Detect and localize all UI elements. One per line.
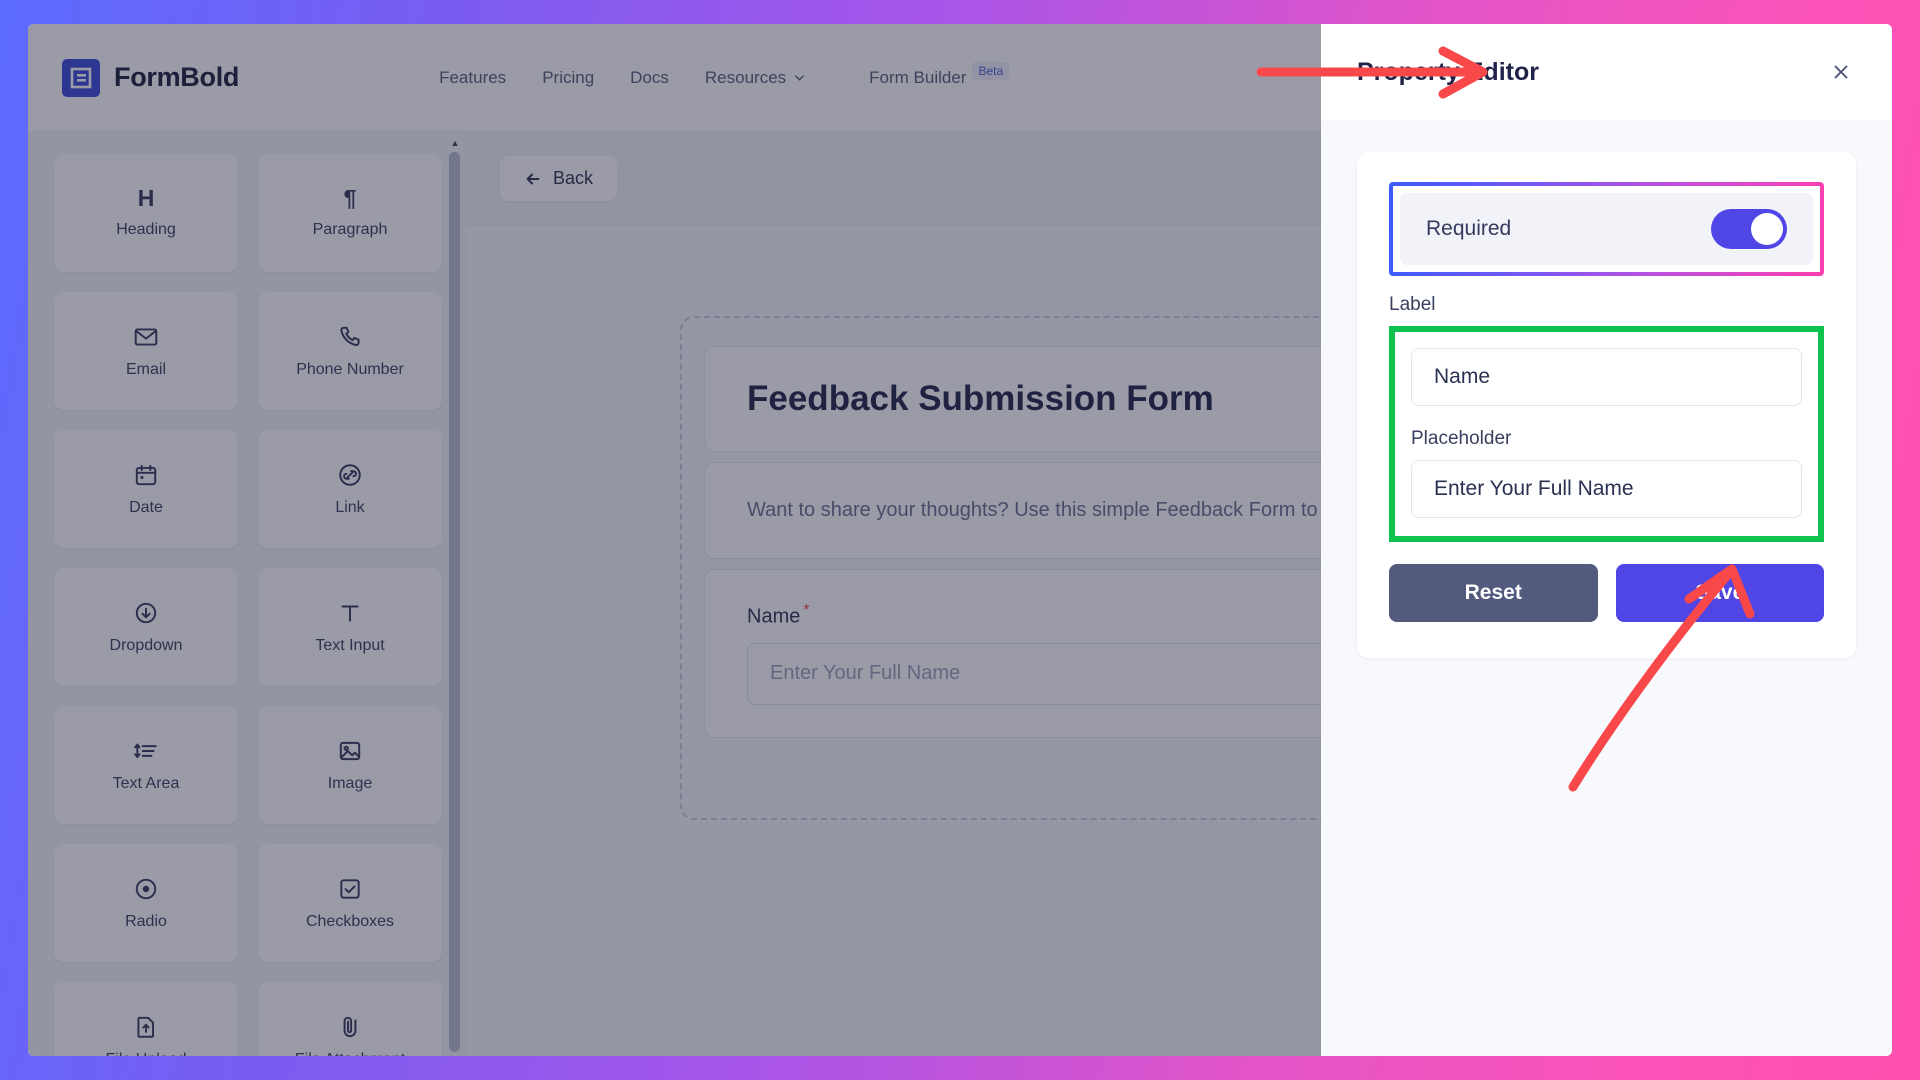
form-builder-page: FormBold Features Pricing Docs Resources — [28, 24, 1892, 1056]
property-editor-body: Required Label Name Placeholder Enter Yo… — [1321, 120, 1892, 690]
label-placeholder-highlight-box: Name Placeholder Enter Your Full Name — [1389, 326, 1824, 542]
label-input[interactable]: Name — [1411, 348, 1802, 406]
placeholder-caption: Placeholder — [1411, 428, 1512, 449]
close-icon[interactable] — [1826, 57, 1856, 87]
save-button[interactable]: Save — [1615, 564, 1824, 622]
property-editor-panel: Property Editor Required Label Name Plac… — [1321, 24, 1892, 1056]
property-editor-title: Property Editor — [1357, 57, 1539, 86]
app-window: FormBold Features Pricing Docs Resources — [28, 24, 1892, 1056]
toggle-knob — [1751, 213, 1783, 245]
property-editor-actions: Reset Save — [1389, 564, 1824, 622]
required-toggle-row[interactable]: Required — [1400, 193, 1813, 265]
reset-button[interactable]: Reset — [1389, 564, 1598, 622]
property-editor-card: Required Label Name Placeholder Enter Yo… — [1357, 152, 1856, 658]
required-label: Required — [1426, 217, 1512, 240]
placeholder-input-value: Enter Your Full Name — [1434, 477, 1634, 500]
label-caption: Label — [1389, 294, 1436, 315]
required-highlight-box: Required — [1389, 182, 1824, 276]
placeholder-input[interactable]: Enter Your Full Name — [1411, 460, 1802, 518]
required-toggle[interactable] — [1711, 209, 1787, 249]
required-highlight-inner: Required — [1393, 186, 1820, 272]
label-input-value: Name — [1434, 365, 1491, 388]
property-editor-header: Property Editor — [1321, 24, 1892, 120]
